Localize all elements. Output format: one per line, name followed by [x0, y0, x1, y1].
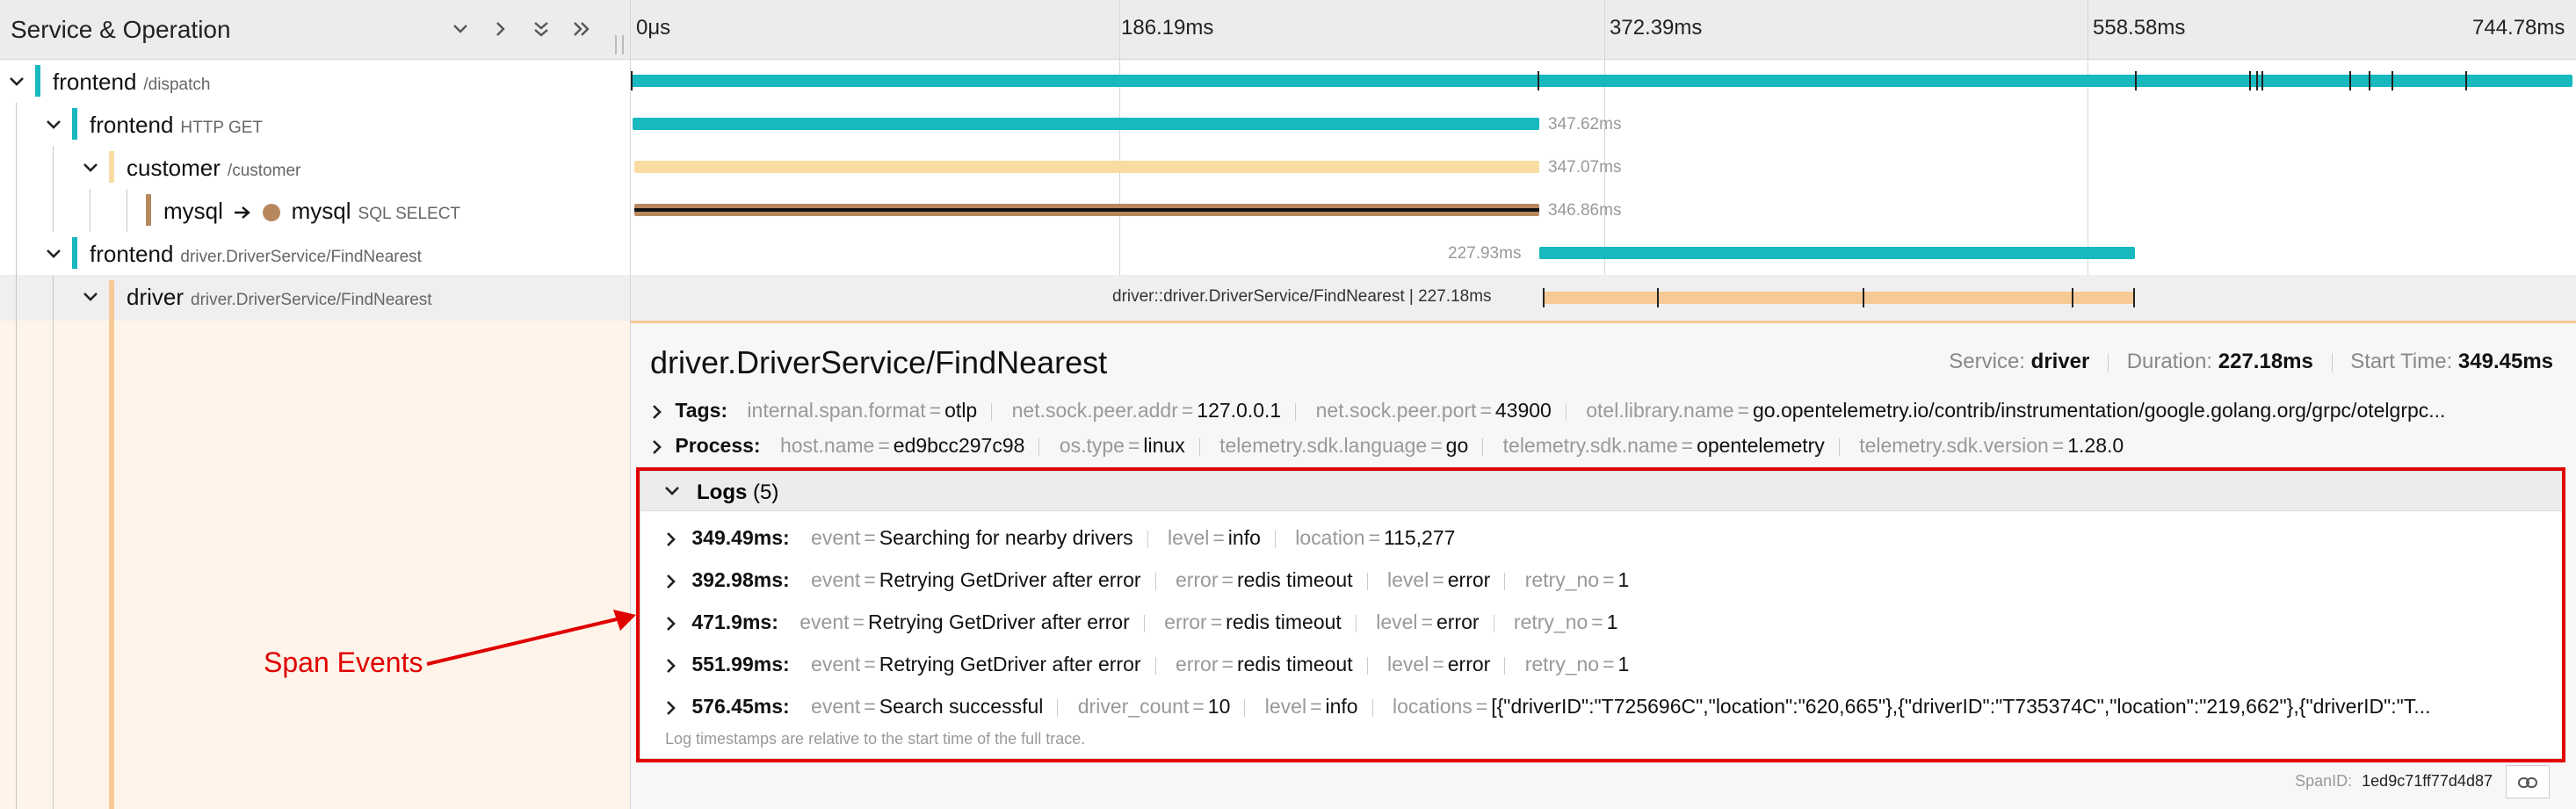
arrow-right-icon — [235, 206, 250, 220]
span-duration: 227.93ms — [1448, 244, 1522, 263]
expand-one-icon[interactable] — [485, 14, 517, 44]
span-bar[interactable] — [633, 118, 1539, 130]
column-header-service: Service & Operation — [0, 0, 631, 60]
tree-line — [16, 103, 17, 146]
logs-title: Logs (5) — [697, 480, 779, 504]
span-label: driver::driver.DriverService/FindNearest… — [1112, 287, 1492, 306]
logs-note: Log timestamps are relative to the start… — [665, 730, 1086, 748]
annotation-arrow-icon — [426, 610, 636, 666]
chevron-down-icon[interactable] — [7, 72, 26, 91]
service-color-bar — [72, 237, 77, 269]
resize-handle[interactable] — [615, 35, 624, 54]
chevron-down-icon[interactable] — [81, 287, 100, 307]
tree-line — [16, 275, 17, 321]
tick-label: 372.39ms — [1610, 16, 1703, 40]
tree-line — [53, 146, 54, 189]
span-service: frontend driver.DriverService/FindNearest — [90, 241, 422, 267]
log-entry[interactable]: 551.99ms: event = Retrying GetDriver after… — [665, 653, 2536, 676]
span-row[interactable]: mysql mysql SQL SELECT 346.86ms — [0, 189, 2576, 232]
peer-service-dot-icon — [263, 204, 281, 222]
span-bar[interactable] — [631, 71, 2572, 90]
chevron-right-icon[interactable] — [665, 700, 677, 716]
span-service: customer/customer — [127, 155, 301, 181]
span-row-selected[interactable]: driver driver.DriverService/FindNearest d… — [0, 275, 2576, 321]
link-icon[interactable] — [2518, 776, 2537, 789]
span-service: frontend HTTP GET — [90, 112, 264, 138]
process-label: Process: — [675, 434, 761, 457]
log-entry[interactable]: 392.98ms: event = Retrying GetDriver after… — [665, 568, 2536, 592]
tick-label: 558.58ms — [2093, 16, 2186, 40]
chevron-right-icon[interactable] — [650, 404, 664, 420]
span-row[interactable]: customer/customer 347.07ms — [0, 146, 2576, 189]
logs-section: Logs (5) 349.49ms: event = Searching for n… — [640, 471, 2564, 759]
span-name-cell[interactable]: driver driver.DriverService/FindNearest — [0, 275, 631, 321]
annotation-label: Span Events — [264, 646, 423, 678]
service-color-bar — [35, 65, 40, 97]
span-duration: 347.07ms — [1548, 158, 1622, 177]
span-name-cell[interactable]: frontend HTTP GET — [0, 103, 631, 146]
log-entry[interactable]: 576.45ms: event = Search successful driver… — [665, 695, 2536, 719]
span-row[interactable]: frontend HTTP GET 347.62ms — [0, 103, 2576, 146]
chevron-down-icon[interactable] — [44, 244, 63, 264]
service-color-bar — [109, 151, 114, 183]
chevron-right-icon[interactable] — [665, 616, 677, 632]
tags-row[interactable]: Tags: internal.span.format = otlp net.sock… — [650, 399, 2539, 423]
chevron-right-icon[interactable] — [665, 531, 677, 547]
span-service: mysql mysql SQL SELECT — [163, 198, 461, 224]
span-meta: Service: driver Duration: 227.18ms Start… — [1949, 350, 2553, 373]
tree-line — [16, 146, 17, 189]
tree-line — [53, 189, 54, 232]
span-duration: 347.62ms — [1548, 115, 1622, 134]
chevron-right-icon[interactable] — [665, 574, 677, 589]
detail-gutter — [0, 321, 631, 809]
span-name-cell[interactable]: frontend driver.DriverService/FindNearest — [0, 232, 631, 275]
tree-line — [16, 189, 17, 232]
span-id: SpanID: 1ed9c71ff77d4d87 — [2295, 765, 2550, 798]
collapse-all-icon[interactable] — [525, 14, 557, 44]
service-color-bar — [109, 321, 114, 809]
span-name-cell[interactable]: mysql mysql SQL SELECT — [0, 189, 631, 232]
tree-line — [53, 321, 54, 809]
tree-line — [16, 232, 17, 275]
span-duration: 346.86ms — [1548, 201, 1622, 220]
tick-label: 744.78ms — [2472, 16, 2565, 40]
chevron-right-icon[interactable] — [650, 439, 664, 455]
expand-all-icon[interactable] — [566, 14, 597, 44]
tick-label: 0μs — [636, 16, 671, 40]
span-service: driver driver.DriverService/FindNearest — [127, 284, 432, 310]
service-color-bar — [72, 108, 77, 140]
process-row[interactable]: Process: host.name = ed9bcc297c98 os.type =… — [650, 434, 2539, 458]
tree-line — [16, 321, 17, 809]
header-title: Service & Operation — [11, 16, 231, 43]
chevron-down-icon[interactable] — [44, 115, 63, 134]
logs-header[interactable]: Logs (5) — [640, 472, 2563, 511]
span-bar[interactable] — [1543, 288, 2135, 307]
span-row[interactable]: frontend/dispatch — [0, 60, 2576, 103]
span-name-cell[interactable]: customer/customer — [0, 146, 631, 189]
tags-label: Tags: — [675, 399, 728, 422]
copy-link-button[interactable] — [2506, 765, 2550, 798]
tree-line — [53, 275, 54, 321]
service-color-bar — [109, 280, 114, 321]
span-row[interactable]: frontend driver.DriverService/FindNearest… — [0, 232, 2576, 275]
log-entry[interactable]: 349.49ms: event = Searching for nearby dri… — [665, 526, 2536, 550]
span-service: frontend/dispatch — [53, 69, 211, 95]
service-color-bar — [146, 194, 151, 226]
span-bar[interactable] — [634, 204, 1539, 216]
chevron-right-icon[interactable] — [665, 658, 677, 674]
timeline-header: 0μs 186.19ms 372.39ms 558.58ms 744.78ms — [631, 0, 2576, 60]
log-entry[interactable]: 471.9ms: event = Retrying GetDriver after … — [665, 610, 2536, 634]
span-name-cell[interactable]: frontend/dispatch — [0, 60, 631, 103]
tick-label: 186.19ms — [1121, 16, 1214, 40]
chevron-down-icon[interactable] — [81, 158, 100, 177]
chevron-down-icon[interactable] — [663, 482, 681, 500]
span-bar[interactable] — [634, 161, 1539, 173]
span-detail-title: driver.DriverService/FindNearest — [650, 344, 1108, 380]
span-bar[interactable] — [1539, 247, 2135, 259]
collapse-one-icon[interactable] — [445, 14, 476, 44]
